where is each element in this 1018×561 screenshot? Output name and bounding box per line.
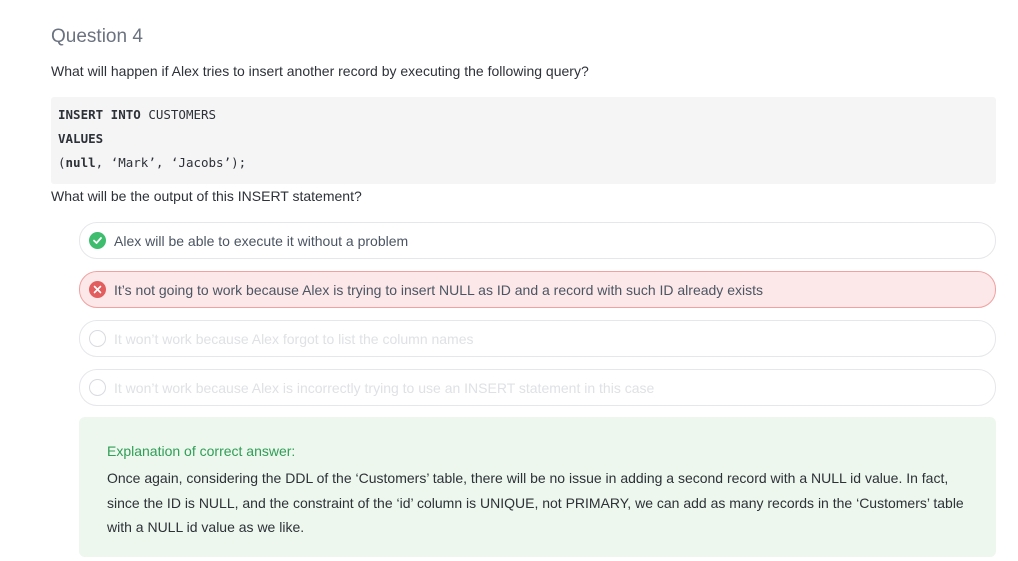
question-title: Question 4 <box>51 26 143 47</box>
code-line-3: (null, ‘Mark’, ‘Jacobs’); <box>58 156 996 180</box>
code-line-2: VALUES <box>58 132 996 156</box>
empty-circle-icon <box>89 379 106 396</box>
answer-option-1[interactable]: Alex will be able to execute it without … <box>79 222 996 259</box>
answer-option-4[interactable]: It won’t work because Alex is incorrectl… <box>79 369 996 406</box>
answer-option-3[interactable]: It won’t work because Alex forgot to lis… <box>79 320 996 357</box>
code-text: ( <box>58 155 66 170</box>
check-circle-icon <box>89 232 106 249</box>
code-text: , ‘Mark’, ‘Jacobs’); <box>95 155 247 170</box>
x-circle-icon <box>89 281 106 298</box>
code-text: CUSTOMERS <box>140 107 217 122</box>
explanation-panel: Explanation of correct answer: Once agai… <box>79 417 996 557</box>
explanation-title: Explanation of correct answer: <box>107 443 296 459</box>
sql-code-block: INSERT INTO CUSTOMERS VALUES (null, ‘Mar… <box>51 97 996 184</box>
code-keyword: INSERT INTO <box>58 107 141 122</box>
answer-option-label: It won’t work because Alex is incorrectl… <box>114 379 655 396</box>
answer-option-2[interactable]: It’s not going to work because Alex is t… <box>79 271 996 308</box>
code-keyword: null <box>65 155 96 170</box>
question-page: Question 4 What will happen if Alex trie… <box>0 0 1018 561</box>
question-prompt: What will happen if Alex tries to insert… <box>51 63 589 79</box>
answer-option-label: Alex will be able to execute it without … <box>114 232 409 249</box>
answer-option-label: It’s not going to work because Alex is t… <box>114 281 763 298</box>
explanation-body: Once again, considering the DDL of the ‘… <box>107 470 964 535</box>
empty-circle-icon <box>89 330 106 347</box>
code-line-1: INSERT INTO CUSTOMERS <box>58 108 996 132</box>
answer-option-label: It won’t work because Alex forgot to lis… <box>114 330 474 347</box>
code-keyword: VALUES <box>58 131 104 146</box>
question-sub-prompt: What will be the output of this INSERT s… <box>51 188 362 204</box>
